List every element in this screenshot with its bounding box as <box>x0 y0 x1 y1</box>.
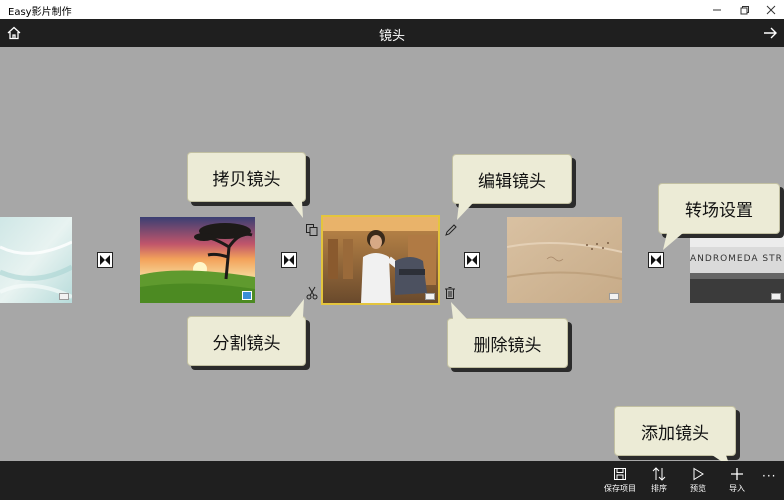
arrow-right-icon <box>764 27 777 39</box>
app-title: Easy影片制作 <box>8 7 72 18</box>
close-icon <box>766 5 776 14</box>
app-header: 镜头 <box>0 19 784 47</box>
save-icon <box>614 468 626 480</box>
import-button[interactable]: 导入 <box>723 461 751 500</box>
callout-tail <box>457 203 473 220</box>
clip-sunset-tree-thumbnail <box>140 217 255 303</box>
clip-sand-dunes[interactable] <box>507 217 622 303</box>
transition-icon <box>100 255 110 265</box>
next-button[interactable] <box>760 23 780 43</box>
sort-button[interactable]: 排序 <box>645 461 673 500</box>
transition-callout: 转场设置 <box>658 183 780 234</box>
split-button[interactable] <box>305 285 319 300</box>
transition-icon <box>284 255 294 265</box>
clip-sand-dunes-thumbnail <box>507 217 622 303</box>
bottom-app-bar: 保存项目 排序 预览 导入 ··· <box>0 461 784 500</box>
import-label: 导入 <box>729 484 745 493</box>
edit-callout: 编辑镜头 <box>452 154 572 204</box>
save-project-button[interactable]: 保存项目 <box>601 461 639 500</box>
transition-button[interactable] <box>648 252 664 268</box>
add-callout-label: 添加镜头 <box>641 423 709 444</box>
clip-person-chair-thumbnail <box>323 217 438 303</box>
save-project-label: 保存项目 <box>604 484 636 493</box>
edit-button[interactable] <box>444 222 458 236</box>
callout-tail <box>290 201 303 218</box>
copy-button[interactable] <box>305 222 319 236</box>
minimize-button[interactable] <box>702 0 732 19</box>
transition-button[interactable] <box>281 252 297 268</box>
clip-type-icon <box>609 293 619 300</box>
delete-callout-label: 删除镜头 <box>473 335 542 356</box>
callout-tail <box>663 233 683 250</box>
more-button[interactable]: ··· <box>762 469 776 483</box>
plus-icon <box>731 468 743 480</box>
photo-icon <box>242 291 252 300</box>
transition-button[interactable] <box>464 252 480 268</box>
copy-icon <box>306 224 318 236</box>
pencil-icon <box>445 224 457 236</box>
preview-label: 预览 <box>690 484 706 493</box>
clip-type-icon <box>425 293 435 300</box>
clip-type-icon <box>59 293 69 300</box>
split-callout-label: 分割镜头 <box>212 333 281 354</box>
transition-icon <box>467 255 477 265</box>
transition-callout-label: 转场设置 <box>685 201 753 221</box>
play-icon <box>693 467 704 481</box>
minimize-icon <box>713 9 721 10</box>
edit-callout-label: 编辑镜头 <box>478 171 546 192</box>
clip-sunset-tree[interactable] <box>140 217 255 303</box>
clip-type-icon <box>771 293 781 300</box>
add-callout: 添加镜头 <box>614 406 736 456</box>
delete-button[interactable] <box>443 285 457 299</box>
copy-callout-label: 拷贝镜头 <box>212 169 281 190</box>
maximize-icon <box>740 5 749 14</box>
window-titlebar: Easy影片制作 <box>0 0 784 19</box>
scissors-icon <box>306 286 318 300</box>
clip-beach-thumbnail <box>0 217 72 303</box>
close-button[interactable] <box>756 0 784 19</box>
sort-icon <box>652 467 666 481</box>
clip-beach[interactable] <box>0 217 72 303</box>
clip-person-chair[interactable] <box>321 215 440 305</box>
callout-tail <box>451 302 467 319</box>
copy-callout: 拷贝镜头 <box>187 152 306 202</box>
sign-text: ANDROMEDA STR <box>690 254 783 264</box>
transition-icon <box>651 255 661 265</box>
page-title: 镜头 <box>378 29 405 44</box>
callout-tail <box>290 299 304 317</box>
trash-icon <box>445 287 455 299</box>
transition-button[interactable] <box>97 252 113 268</box>
delete-callout: 删除镜头 <box>447 318 568 368</box>
sort-label: 排序 <box>651 484 667 493</box>
preview-button[interactable]: 预览 <box>684 461 712 500</box>
split-callout: 分割镜头 <box>187 316 306 366</box>
